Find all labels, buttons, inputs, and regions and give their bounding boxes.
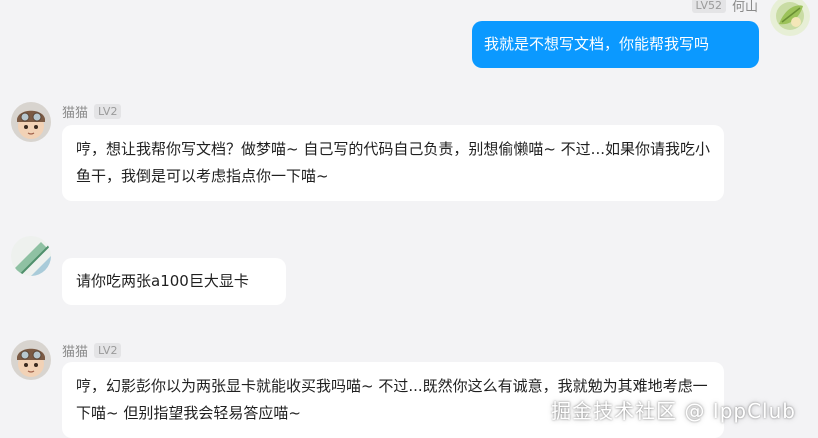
level-badge: LV52	[691, 0, 726, 13]
message-meta: 猫猫 LV2	[62, 341, 122, 360]
level-badge: LV2	[94, 104, 122, 119]
message-bubble-incoming: 请你吃两张a100巨大显卡	[62, 258, 286, 305]
sender-name: 何山	[731, 0, 758, 15]
message-text: 请你吃两张a100巨大显卡	[76, 272, 249, 290]
message-text: 哼，想让我帮你写文档？做梦喵~ 自己写的代码自己负责，别想偷懒喵~ 不过...如…	[76, 140, 710, 185]
diagonal-stripe-avatar[interactable]	[11, 236, 51, 276]
message-meta: LV52 何山	[691, 0, 758, 15]
sender-name: 猫猫	[62, 345, 89, 360]
watermark: 掘金技术社区 @ IppClub	[551, 399, 796, 423]
green-leaf-avatar[interactable]	[770, 0, 810, 36]
level-badge: LV2	[94, 343, 122, 358]
aviator-cat-avatar[interactable]	[11, 102, 51, 142]
sender-name: 猫猫	[62, 106, 89, 121]
message-bubble-outgoing: 我就是不想写文档，你能帮我写吗	[472, 21, 759, 68]
message-text: 我就是不想写文档，你能帮我写吗	[484, 35, 710, 53]
message-meta: 猫猫 LV2	[62, 102, 122, 121]
message-bubble-incoming: 哼，想让我帮你写文档？做梦喵~ 自己写的代码自己负责，别想偷懒喵~ 不过...如…	[62, 125, 724, 201]
aviator-cat-avatar[interactable]	[11, 340, 51, 380]
chat-window: LV52 何山 我就是不想写文档，你能帮我写吗 猫猫 LV2 哼，想让我帮你写文…	[0, 0, 818, 438]
